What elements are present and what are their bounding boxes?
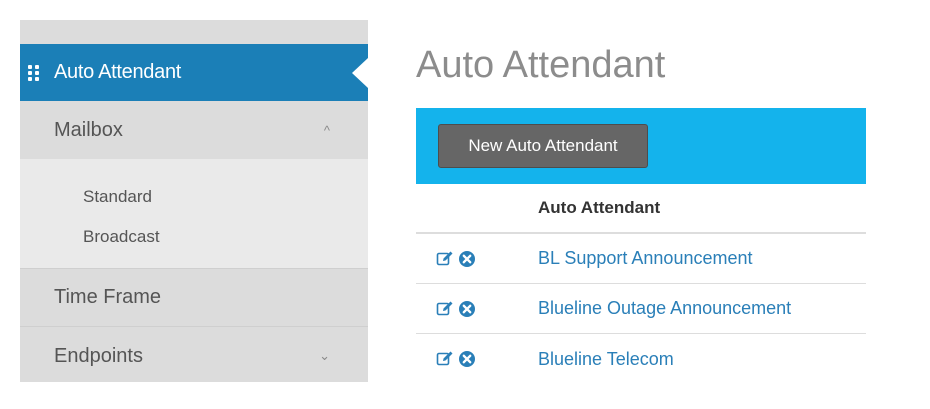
auto-attendant-link[interactable]: BL Support Announcement <box>538 248 753 269</box>
sidebar-subitem-standard[interactable]: Standard <box>83 185 368 225</box>
sidebar-item-time-frame[interactable]: Time Frame <box>20 269 368 327</box>
chevron-down-icon: ⌄ <box>319 348 330 363</box>
chevron-up-icon: ^ <box>323 122 330 138</box>
new-auto-attendant-button[interactable]: New Auto Attendant <box>438 124 648 168</box>
sidebar-item-mailbox[interactable]: Mailbox ^ <box>20 101 368 159</box>
sidebar-item-label: Mailbox <box>54 118 123 141</box>
remove-circle-icon[interactable] <box>458 300 476 318</box>
auto-attendant-link[interactable]: Blueline Telecom <box>538 349 674 370</box>
remove-circle-icon[interactable] <box>458 350 476 368</box>
row-actions <box>416 300 538 318</box>
edit-icon[interactable] <box>436 350 454 368</box>
table-header: Auto Attendant <box>416 184 866 234</box>
remove-circle-icon[interactable] <box>458 250 476 268</box>
column-header-auto-attendant: Auto Attendant <box>538 198 661 217</box>
sidebar-item-auto-attendant[interactable]: Auto Attendant <box>20 44 368 101</box>
table-row: Blueline Outage Announcement <box>416 284 866 334</box>
edit-icon[interactable] <box>436 250 454 268</box>
sidebar-top-strip <box>20 20 368 44</box>
toolbar: New Auto Attendant <box>416 108 866 184</box>
edit-icon[interactable] <box>436 300 454 318</box>
sidebar-item-label: Endpoints <box>54 344 143 367</box>
row-actions <box>416 250 538 268</box>
page-title: Auto Attendant <box>416 44 666 86</box>
sidebar-item-endpoints[interactable]: Endpoints ⌄ <box>20 327 368 382</box>
table-row: BL Support Announcement <box>416 234 866 284</box>
sidebar-nav: Auto Attendant Mailbox ^ Standard Broadc… <box>20 20 368 382</box>
sidebar-item-label: Auto Attendant <box>54 61 182 83</box>
sidebar-subitem-broadcast[interactable]: Broadcast <box>83 225 368 265</box>
grip-dots-icon <box>28 64 42 81</box>
sidebar-item-label: Time Frame <box>54 286 162 308</box>
table-row: Blueline Telecom <box>416 334 866 384</box>
auto-attendant-table: Auto Attendant BL Support Announcement B… <box>416 184 866 384</box>
main-content: Auto Attendant New Auto Attendant Auto A… <box>416 0 866 409</box>
active-indicator-notch <box>352 58 368 88</box>
auto-attendant-link[interactable]: Blueline Outage Announcement <box>538 298 791 319</box>
mailbox-submenu: Standard Broadcast <box>20 159 368 269</box>
row-actions <box>416 350 538 368</box>
